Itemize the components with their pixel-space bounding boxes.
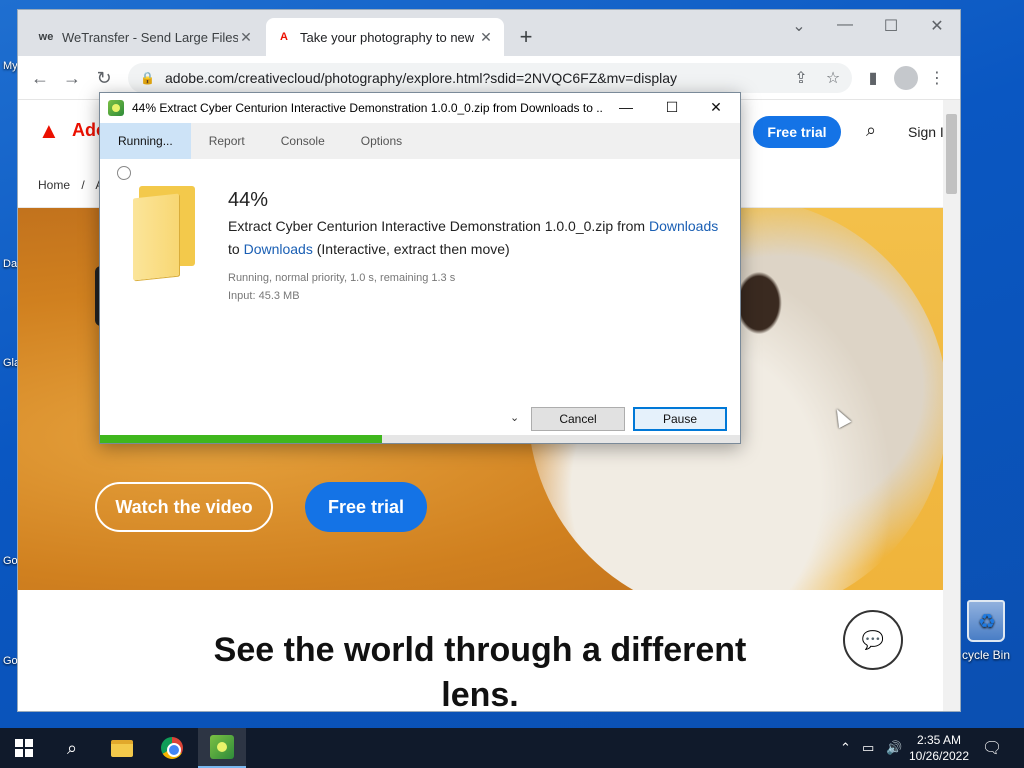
page-scrollbar[interactable]: [943, 100, 960, 711]
spinner-icon: [117, 166, 131, 180]
dialog-titlebar[interactable]: 44% Extract Cyber Centurion Interactive …: [100, 93, 740, 123]
tab-adobe[interactable]: A Take your photography to new pl ✕: [266, 18, 504, 56]
maximize-icon[interactable]: ☐: [876, 16, 906, 36]
desc-text: (Interactive, extract then move): [312, 241, 510, 257]
folder-icon: [133, 186, 195, 281]
maximize-icon[interactable]: ☐: [660, 99, 684, 116]
tab-title: Take your photography to new pl: [300, 29, 478, 45]
clock-time: 2:35 AM: [916, 733, 962, 747]
recycle-bin-label: cycle Bin: [961, 648, 1011, 662]
tab-console[interactable]: Console: [263, 123, 343, 159]
menu-kebab-icon[interactable]: ⋮: [926, 68, 948, 88]
adobe-logo-icon[interactable]: ▲: [38, 118, 64, 143]
search-icon[interactable]: ⌕: [48, 728, 96, 768]
tab-running[interactable]: Running...: [100, 123, 191, 159]
extract-progress-dialog: 44% Extract Cyber Centurion Interactive …: [99, 92, 741, 444]
adobe-favicon-icon: A: [280, 31, 288, 43]
search-icon[interactable]: ⌕: [866, 120, 876, 141]
back-icon[interactable]: ←: [30, 68, 50, 89]
chat-icon[interactable]: 💬: [843, 610, 903, 670]
reload-icon[interactable]: ↻: [94, 68, 114, 89]
desc-text: Extract Cyber Centurion Interactive Demo…: [228, 218, 649, 234]
chevron-down-icon[interactable]: ⌄: [510, 411, 519, 424]
bookmark-star-icon[interactable]: ☆: [822, 68, 844, 88]
operation-description: Extract Cyber Centurion Interactive Demo…: [228, 215, 724, 261]
chrome-button[interactable]: [148, 728, 196, 768]
scrollbar-thumb[interactable]: [946, 114, 957, 194]
cancel-button[interactable]: Cancel: [531, 407, 625, 431]
progress-bar: [100, 435, 740, 443]
peazip-icon: [210, 735, 234, 759]
tab-title: WeTransfer - Send Large Files & Fo: [62, 29, 238, 45]
file-explorer-icon: [111, 739, 133, 757]
dialog-title: 44% Extract Cyber Centurion Interactive …: [132, 101, 602, 115]
close-tab-icon[interactable]: ✕: [238, 29, 254, 46]
free-trial-button[interactable]: Free trial: [305, 482, 427, 532]
profile-avatar[interactable]: [894, 66, 918, 90]
sign-in-link[interactable]: Sign In: [908, 124, 943, 140]
close-window-icon[interactable]: ✕: [922, 16, 952, 36]
minimize-icon[interactable]: —: [830, 16, 860, 34]
peazip-button[interactable]: [198, 728, 246, 768]
recycle-bin-icon: [967, 600, 1005, 642]
forward-icon[interactable]: →: [62, 68, 82, 89]
progress-fill: [100, 435, 382, 443]
file-explorer-button[interactable]: [98, 728, 146, 768]
lock-icon[interactable]: 🔒: [140, 71, 155, 85]
start-button[interactable]: [0, 728, 48, 768]
page-headline: See the world through a different lens.: [213, 631, 747, 711]
tab-strip: we WeTransfer - Send Large Files & Fo ✕ …: [18, 10, 960, 56]
tab-options[interactable]: Options: [343, 123, 420, 159]
url-text: adobe.com/creativecloud/photography/expl…: [164, 70, 677, 86]
input-size-text: Input: 45.3 MB: [228, 290, 300, 302]
close-tab-icon[interactable]: ✕: [478, 29, 494, 46]
operation-status: Running, normal priority, 1.0 s, remaini…: [228, 269, 455, 305]
desktop-icon-label[interactable]: Da: [3, 258, 17, 270]
tab-wetransfer[interactable]: we WeTransfer - Send Large Files & Fo ✕: [28, 18, 264, 56]
chrome-icon: [161, 737, 183, 759]
close-icon[interactable]: ✕: [704, 99, 728, 116]
source-folder-link[interactable]: Downloads: [649, 218, 718, 234]
desktop-icon-label[interactable]: Go: [3, 655, 18, 667]
recycle-bin[interactable]: cycle Bin: [954, 600, 1018, 662]
network-icon[interactable]: ▭: [862, 740, 874, 756]
share-icon[interactable]: ⇪: [790, 68, 812, 88]
progress-percent: 44%: [228, 189, 269, 211]
minimize-icon[interactable]: —: [614, 99, 638, 115]
windows-logo-icon: [15, 739, 33, 757]
desktop-icon-label[interactable]: My: [3, 60, 18, 72]
peazip-app-icon: [108, 100, 124, 116]
pause-button[interactable]: Pause: [633, 407, 727, 431]
tab-search-icon[interactable]: ⌄: [784, 16, 814, 36]
watch-video-button[interactable]: Watch the video: [95, 482, 273, 532]
breadcrumb-separator: /: [81, 178, 85, 192]
status-text: Running, normal priority, 1.0 s, remaini…: [228, 272, 456, 284]
folder-front: [133, 193, 179, 281]
breadcrumb-home[interactable]: Home: [38, 178, 70, 192]
show-hidden-icons-icon[interactable]: ⌃: [840, 740, 851, 756]
dialog-tabs: Running... Report Console Options: [100, 123, 740, 159]
notifications-icon[interactable]: 🗨: [982, 738, 1002, 758]
new-tab-icon[interactable]: +: [516, 24, 536, 50]
taskbar: ⌕ ⌃ ▭ 🔊 2:35 AM 10/26/2022 🗨: [0, 728, 1024, 768]
address-bar[interactable]: 🔒 adobe.com/creativecloud/photography/ex…: [128, 63, 852, 93]
clock-date: 10/26/2022: [908, 749, 970, 763]
taskbar-clock[interactable]: 2:35 AM 10/26/2022: [904, 732, 974, 764]
wetransfer-favicon-icon: we: [38, 31, 54, 43]
desktop-icon-label[interactable]: Go: [3, 555, 18, 567]
tab-report[interactable]: Report: [191, 123, 263, 159]
volume-icon[interactable]: 🔊: [886, 740, 902, 756]
desc-text: to: [228, 241, 244, 257]
side-panel-icon[interactable]: ▮: [862, 68, 884, 88]
free-trial-nav-button[interactable]: Free trial: [753, 116, 841, 148]
destination-folder-link[interactable]: Downloads: [244, 241, 313, 257]
